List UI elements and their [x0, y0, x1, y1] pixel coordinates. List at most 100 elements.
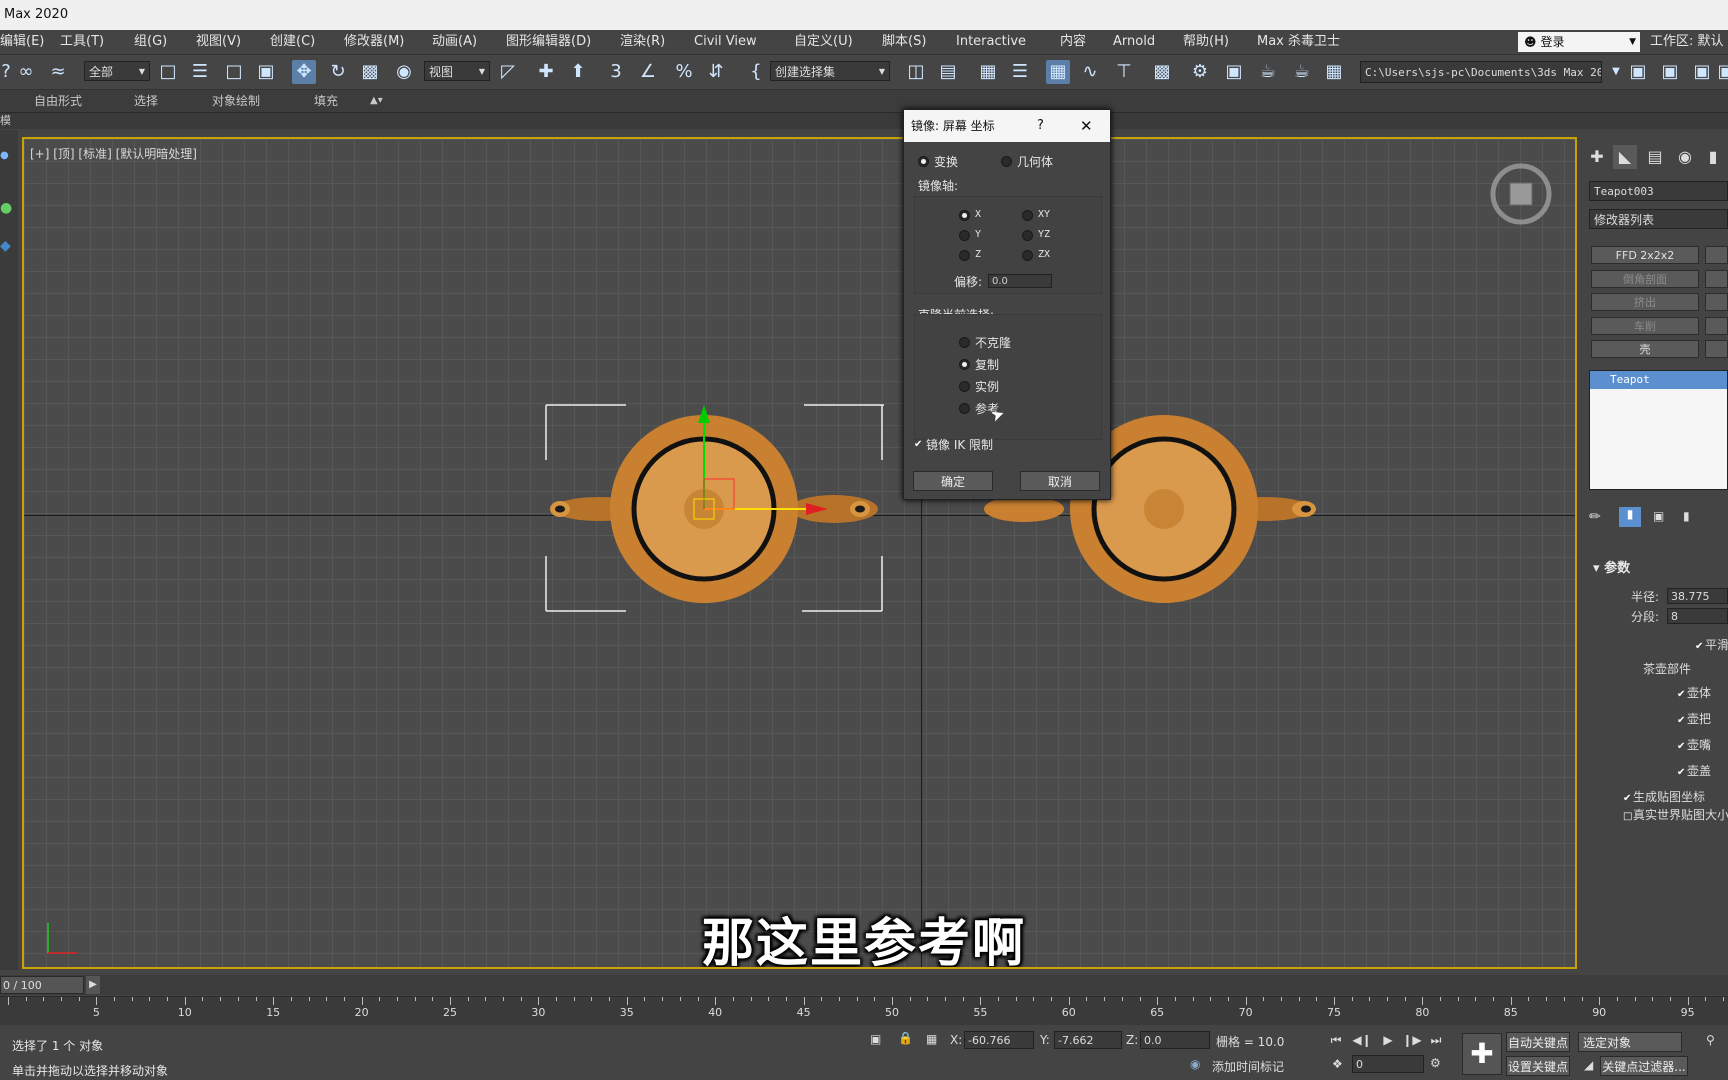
next-frame-icon[interactable]: ▶ [86, 976, 100, 994]
go-to-end-icon[interactable]: ⏭ [1426, 1031, 1446, 1049]
named-selection-dropdown[interactable]: 创建选择集 ▼ [770, 61, 890, 81]
next-frame-icon[interactable]: ❙▶ [1402, 1031, 1422, 1049]
go-to-start-icon[interactable]: ⏮ [1326, 1031, 1346, 1049]
window-crossing-icon[interactable]: ▣ [254, 60, 278, 84]
project-settings-icon[interactable]: ▣ [1658, 60, 1682, 84]
menu-scripting[interactable]: 脚本(S) [882, 30, 926, 54]
ribbon-tab-populate[interactable]: 填充 [314, 90, 338, 112]
object-name-field[interactable]: Teapot003 [1589, 181, 1728, 201]
viewport-top[interactable]: [+] [顶] [标准] [默认明暗处理] 那这里参考啊 [22, 137, 1577, 969]
modifier-slot-button[interactable] [1705, 270, 1728, 288]
isolate-icon[interactable]: ▣ [870, 1032, 881, 1046]
mirror-icon[interactable]: ◫ [904, 60, 928, 84]
menu-arnold[interactable]: Arnold [1113, 30, 1155, 54]
select-object-icon[interactable]: □ [156, 60, 180, 84]
help-icon[interactable]: ? [1037, 110, 1044, 142]
material-editor-icon[interactable]: ▩ [1150, 60, 1174, 84]
render-setup-icon[interactable]: ⚙ [1188, 60, 1212, 84]
modifier-shell-button[interactable]: 壳 [1591, 340, 1699, 358]
project-icon[interactable]: ▣ [1690, 60, 1714, 84]
part-handle-checkbox[interactable]: ✔ 壶把 [1677, 710, 1711, 727]
select-and-scale-icon[interactable]: ▩ [358, 60, 382, 84]
curve-editor-icon[interactable]: ∿ [1078, 60, 1102, 84]
rect-selection-icon[interactable]: □ [222, 60, 246, 84]
menu-help[interactable]: 帮助(H) [1183, 30, 1229, 54]
axis-x-radio[interactable] [959, 210, 970, 221]
key-filters-button[interactable]: 关键点过滤器... [1600, 1056, 1688, 1076]
chevron-down-icon[interactable]: ▼ [1604, 60, 1628, 84]
align-icon[interactable]: ▤ [936, 60, 960, 84]
axis-y-radio[interactable] [959, 230, 970, 241]
create-tab-icon[interactable]: ✚ [1585, 145, 1609, 169]
modifier-ffd-button[interactable]: FFD 2x2x2 [1591, 246, 1699, 264]
layer-explorer-icon[interactable]: ☰ [1008, 60, 1032, 84]
real-world-map-checkbox[interactable]: □真实世界贴图大小 [1623, 806, 1728, 823]
menu-graph-editors[interactable]: 图形编辑器(D) [506, 30, 591, 54]
axis-z-radio[interactable] [959, 250, 970, 261]
axis-xy-label[interactable]: XY [1038, 209, 1050, 220]
percent-snap-icon[interactable]: % [672, 60, 696, 84]
x-coord-field[interactable]: -60.766 [964, 1031, 1034, 1049]
display-tab-icon[interactable]: ▮ [1701, 145, 1725, 169]
toggle-ribbon-icon[interactable]: ▦ [1046, 60, 1070, 84]
viewport-label[interactable]: [+] [顶] [标准] [默认明暗处理] [30, 145, 197, 162]
scene-explorer-icon[interactable]: ▦ [976, 60, 1000, 84]
menu-interactive[interactable]: Interactive [956, 30, 1026, 54]
ik-checkbox[interactable]: ✔ [914, 436, 924, 450]
view-cube[interactable] [1486, 159, 1556, 229]
project-more-icon[interactable]: ▣ [1714, 60, 1728, 84]
time-tag-icon[interactable]: ◉ [1190, 1057, 1200, 1071]
clone-none-radio[interactable] [959, 337, 970, 348]
menu-group[interactable]: 组(G) [134, 30, 167, 54]
radius-spinner[interactable]: 38.775 [1667, 588, 1728, 604]
part-lid-checkbox[interactable]: ✔ 壶盖 [1677, 762, 1711, 779]
play-icon[interactable]: ▶ [1378, 1031, 1398, 1049]
modifier-slot-button[interactable] [1705, 293, 1728, 311]
segments-spinner[interactable]: 8 [1667, 608, 1728, 624]
snaps-toggle-icon[interactable]: 3 [604, 60, 628, 84]
render-production-icon[interactable]: ☕ [1256, 60, 1280, 84]
axis-xy-radio[interactable] [1022, 210, 1033, 221]
modify-tab-icon[interactable]: ◣ [1613, 145, 1637, 169]
clone-reference-radio[interactable] [959, 403, 970, 414]
select-by-name-icon[interactable]: ☰ [188, 60, 212, 84]
axis-z-label[interactable]: Z [975, 249, 981, 260]
axis-zx-radio[interactable] [1022, 250, 1033, 261]
smooth-checkbox[interactable]: ✔ 平滑 [1695, 636, 1728, 653]
modifier-slot-button[interactable] [1705, 340, 1728, 358]
previous-frame-icon[interactable]: ◀❙ [1352, 1031, 1372, 1049]
mode-transform-label[interactable]: 变换 [934, 153, 958, 170]
select-and-rotate-icon[interactable]: ↻ [326, 60, 350, 84]
hierarchy-tab-icon[interactable]: ▤ [1643, 145, 1667, 169]
rendered-frame-icon[interactable]: ▣ [1222, 60, 1246, 84]
spinner-snap-icon[interactable]: ⇵ [704, 60, 728, 84]
link-icon[interactable]: ∞ [14, 60, 38, 84]
set-key-button[interactable]: 设置关键点 [1506, 1056, 1570, 1076]
angle-snap-icon[interactable]: ∠ [636, 60, 660, 84]
ok-button[interactable]: 确定 [913, 471, 993, 491]
clone-copy-label[interactable]: 复制 [975, 356, 999, 373]
absolute-mode-icon[interactable]: ▦ [926, 1032, 937, 1046]
time-config-icon[interactable]: ⚙ [1430, 1056, 1441, 1070]
parameters-rollout-header[interactable]: ▾ 参数 [1593, 557, 1630, 576]
zoom-icon[interactable]: ⚲ [1706, 1033, 1715, 1047]
login-dropdown[interactable]: ☻ 登录 ▼ [1518, 32, 1640, 52]
key-target-dropdown[interactable]: 选定对象 [1578, 1032, 1682, 1052]
z-coord-field[interactable]: 0.0 [1140, 1031, 1210, 1049]
select-manipulate-icon[interactable]: ✚ [534, 60, 558, 84]
teapot-selected[interactable] [544, 403, 884, 613]
render-iterative-icon[interactable]: ☕ [1290, 60, 1314, 84]
shield-icon[interactable]: ◆ [0, 238, 11, 254]
render-cloud-icon[interactable]: ▦ [1322, 60, 1346, 84]
menu-tools[interactable]: 工具(T) [60, 30, 104, 54]
part-body-checkbox[interactable]: ✔ 壶体 [1677, 684, 1711, 701]
edit-named-selection-icon[interactable]: { [744, 60, 768, 84]
mode-geometry-radio[interactable] [1001, 156, 1012, 167]
track-bar[interactable]: 5 10 15 20 25 30 35 40 45 50 55 60 65 70 75 80 85 90 95 [0, 996, 1728, 1025]
ribbon-options-icon[interactable]: ▲▾ [370, 90, 383, 112]
current-frame-field[interactable]: 0 [1352, 1055, 1424, 1073]
menu-max-antivirus[interactable]: Max 杀毒卫士 [1257, 30, 1340, 54]
pin-stack-icon[interactable]: ✏ [1589, 509, 1601, 525]
key-mode-icon[interactable]: ❖ [1332, 1057, 1343, 1071]
clone-copy-radio[interactable] [959, 359, 970, 370]
